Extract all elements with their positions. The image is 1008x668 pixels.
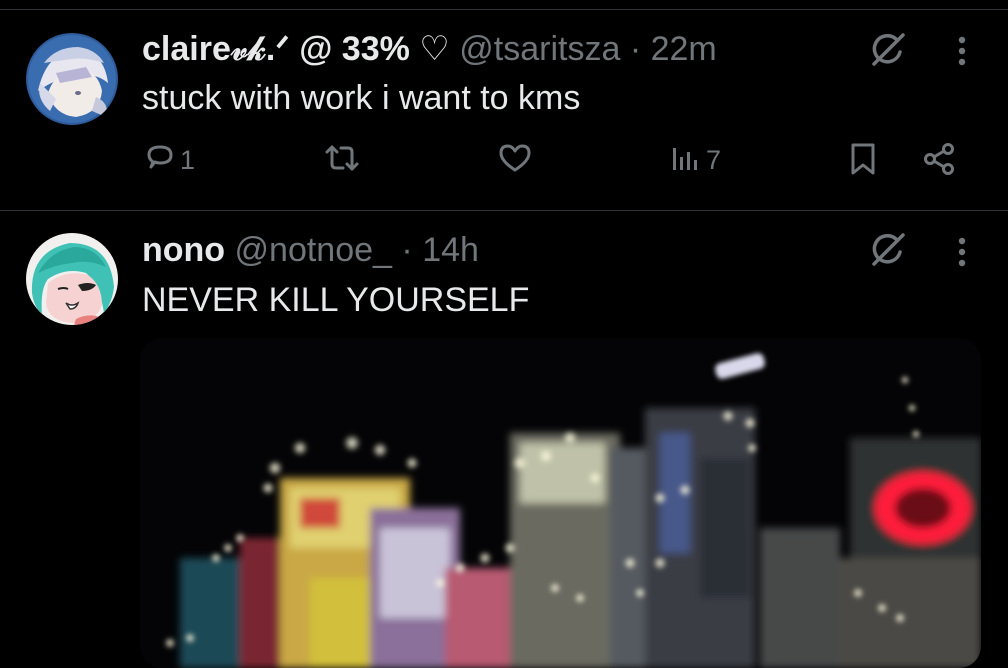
author-name[interactable]: nono xyxy=(142,231,225,269)
reply-icon xyxy=(144,142,176,179)
bookmark-button[interactable] xyxy=(848,142,878,181)
grok-icon[interactable] xyxy=(866,228,910,277)
reply-count: 1 xyxy=(180,145,196,175)
views-count: 7 xyxy=(706,145,722,175)
views-icon xyxy=(670,142,702,179)
like-icon xyxy=(497,142,533,179)
share-button[interactable] xyxy=(921,142,957,181)
share-icon xyxy=(921,142,957,181)
grok-icon[interactable] xyxy=(866,28,910,77)
tweet-header: nono @notnoe_ · 14h xyxy=(142,230,479,270)
separator-dot: · xyxy=(629,30,642,68)
tweet-header: claire𝓋𝓀.ᐟ @ 33% ♡ @tsaritsza · 22m xyxy=(142,29,717,69)
separator-dot: · xyxy=(401,231,413,269)
author-handle[interactable]: @notnoe_ xyxy=(235,231,392,269)
bookmark-icon xyxy=(848,142,878,181)
tweet-divider xyxy=(0,210,1008,211)
timestamp[interactable]: 14h xyxy=(422,231,479,269)
reply-button[interactable]: 1 xyxy=(144,142,195,179)
top-divider xyxy=(0,9,1008,10)
more-options-icon[interactable] xyxy=(950,235,974,276)
city-night-photo xyxy=(140,338,981,668)
tweet-media-image[interactable] xyxy=(140,338,981,668)
retweet-icon xyxy=(324,142,360,179)
tweet-text: stuck with work i want to kms xyxy=(142,79,581,117)
like-button[interactable] xyxy=(497,142,533,179)
author-name[interactable]: claire𝓋𝓀.ᐟ @ 33% ♡ xyxy=(142,30,450,68)
tweet-actions: 1 7 xyxy=(0,142,1008,192)
avatar[interactable] xyxy=(26,33,118,125)
avatar-image xyxy=(26,33,118,125)
tweet-text: NEVER KILL YOURSELF xyxy=(142,281,530,319)
timestamp[interactable]: 22m xyxy=(651,30,717,68)
author-handle[interactable]: @tsaritsza xyxy=(459,30,620,68)
more-options-icon[interactable] xyxy=(950,34,974,75)
retweet-button[interactable] xyxy=(324,142,360,179)
views-button[interactable]: 7 xyxy=(670,142,721,179)
avatar[interactable] xyxy=(26,233,118,325)
avatar-image xyxy=(26,233,118,325)
